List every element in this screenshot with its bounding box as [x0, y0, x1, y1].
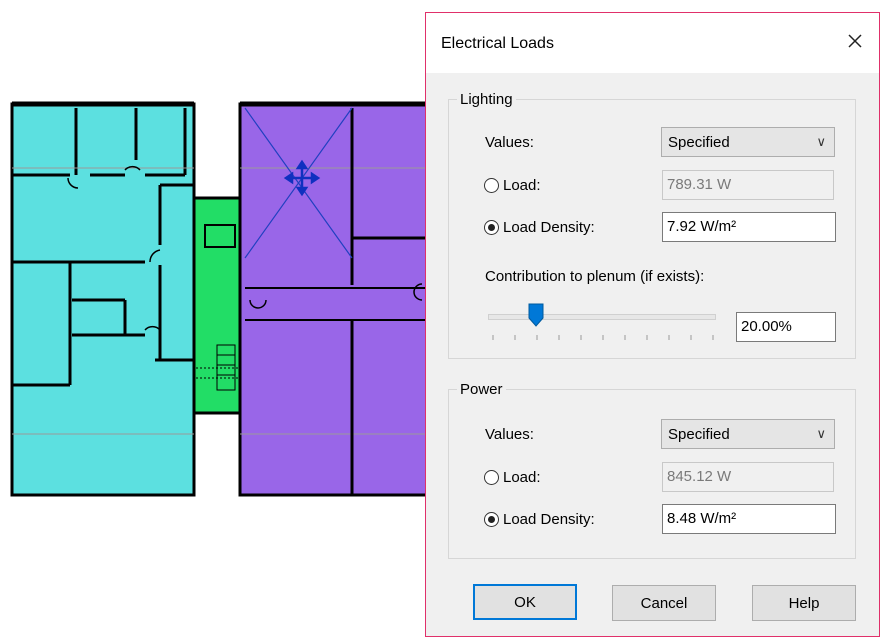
lighting-load-label: Load: — [503, 177, 541, 194]
dialog-title-bar[interactable]: Electrical Loads — [426, 13, 879, 73]
radio-selected-icon — [484, 220, 499, 235]
electrical-loads-dialog: Electrical Loads Lighting Values: Specif… — [425, 12, 880, 637]
power-load-label: Load: — [503, 469, 541, 486]
power-load-density-radio[interactable]: Load Density: — [484, 511, 595, 528]
power-values-label: Values: — [485, 426, 534, 443]
dialog-title: Electrical Loads — [441, 35, 554, 52]
radio-circle-icon — [484, 178, 499, 193]
lighting-load-radio[interactable]: Load: — [484, 177, 541, 194]
close-icon[interactable] — [841, 27, 869, 55]
power-values-dropdown[interactable]: Specified ∨ — [661, 419, 835, 449]
power-load-density-label: Load Density: — [503, 511, 595, 528]
cancel-button[interactable]: Cancel — [612, 585, 716, 621]
power-group-label: Power — [457, 381, 506, 398]
lighting-values-dropdown[interactable]: Specified ∨ — [661, 127, 835, 157]
power-load-radio[interactable]: Load: — [484, 469, 541, 486]
lighting-group-label: Lighting — [457, 91, 516, 108]
lighting-values-selected: Specified — [668, 134, 730, 151]
power-load-density-input[interactable]: 8.48 W/m² — [662, 504, 836, 534]
lighting-load-density-label: Load Density: — [503, 219, 595, 236]
zone-purple[interactable] — [238, 102, 432, 497]
radio-selected-icon — [484, 512, 499, 527]
contribution-label: Contribution to plenum (if exists): — [485, 268, 705, 285]
contribution-slider-thumb[interactable] — [528, 303, 544, 327]
power-group: Power Values: Specified ∨ Load: 845.12 W… — [448, 381, 856, 559]
ok-button[interactable]: OK — [473, 584, 577, 620]
lighting-load-density-radio[interactable]: Load Density: — [484, 219, 595, 236]
lighting-load-density-input[interactable]: 7.92 W/m² — [662, 212, 836, 242]
contribution-slider-track[interactable] — [488, 314, 716, 320]
help-button[interactable]: Help — [752, 585, 856, 621]
chevron-down-icon: ∨ — [816, 426, 826, 441]
lighting-values-label: Values: — [485, 134, 534, 151]
radio-circle-icon — [484, 470, 499, 485]
contribution-value-input[interactable]: 20.00% — [736, 312, 836, 342]
slider-tick-marks — [492, 335, 714, 340]
power-load-field: 845.12 W — [662, 462, 834, 492]
lighting-load-field: 789.31 W — [662, 170, 834, 200]
power-values-selected: Specified — [668, 426, 730, 443]
chevron-down-icon: ∨ — [816, 134, 826, 149]
